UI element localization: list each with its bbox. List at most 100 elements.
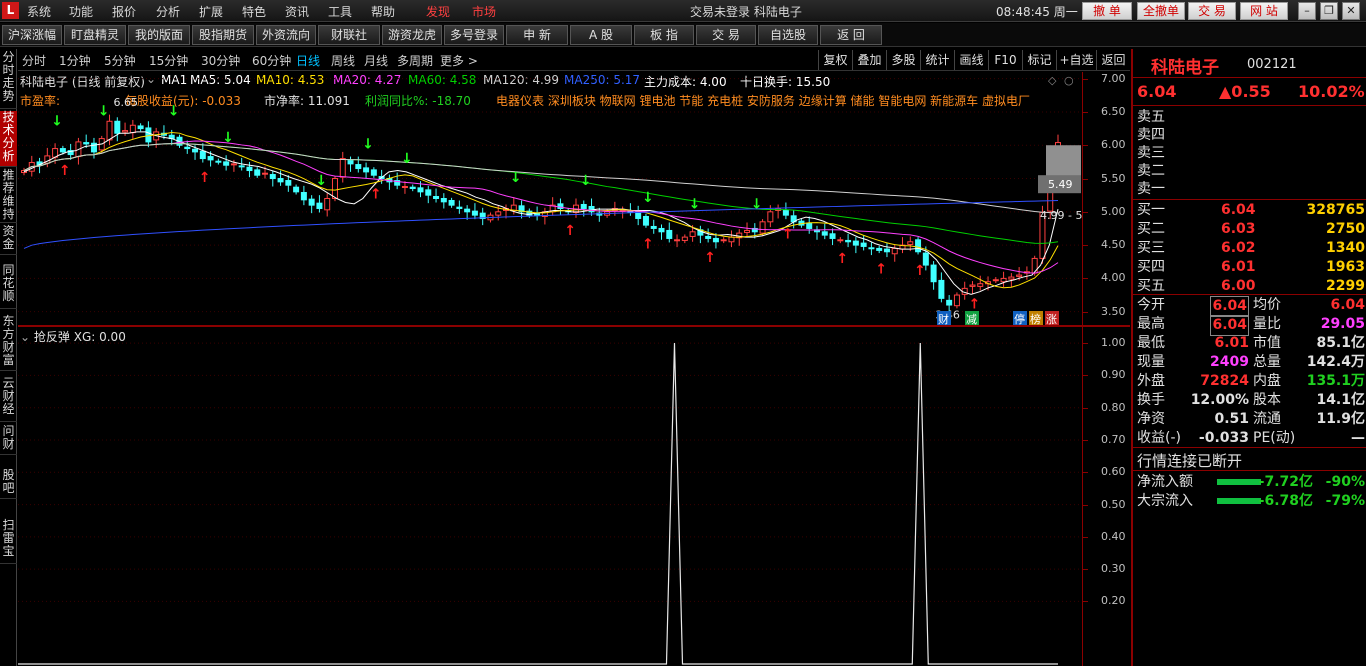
bid-level-row[interactable]: 买四 6.01 1963 <box>1137 258 1365 277</box>
period-fenshi[interactable]: 分时 <box>22 52 46 69</box>
toolbar-button[interactable]: 板 指 <box>634 25 694 45</box>
toolbar-button[interactable]: 申 新 <box>506 25 568 45</box>
diamond-icon[interactable]: ◇ <box>1048 74 1057 87</box>
candle <box>518 200 525 219</box>
bid-level-row[interactable]: 买三 6.02 1340 <box>1137 239 1365 258</box>
cancel-order-button[interactable]: 撤 单 <box>1082 2 1132 20</box>
indicator-tick: 0.70 <box>1101 433 1126 446</box>
period-daily[interactable]: 日线 <box>296 52 320 69</box>
toolbar-button[interactable]: 多号登录 <box>444 25 504 45</box>
flow-row: 净流入额 -7.72亿 -90% <box>1137 473 1365 492</box>
menu-quote[interactable]: 报价 <box>112 3 136 20</box>
toolbar-button[interactable]: 交 易 <box>696 25 756 45</box>
period-weekly[interactable]: 周线 <box>331 52 355 69</box>
menu-tools[interactable]: 工具 <box>328 3 352 20</box>
multi-stock-button[interactable]: 多股 <box>886 50 920 70</box>
adjust-button[interactable]: 复权 <box>818 50 852 70</box>
toolbar-button[interactable]: 盯盘精灵 <box>64 25 126 45</box>
menu-function[interactable]: 功能 <box>69 3 93 20</box>
period-15min[interactable]: 15分钟 <box>149 52 188 69</box>
stat-label: 市值 <box>1253 335 1281 351</box>
tab-wencai[interactable]: 问财 <box>0 425 17 455</box>
trade-button[interactable]: 交 易 <box>1188 2 1236 20</box>
candle <box>401 181 408 194</box>
menu-analysis[interactable]: 分析 <box>156 3 180 20</box>
toolbar-button[interactable]: 游资龙虎 <box>382 25 442 45</box>
add-watchlist-button[interactable]: +自选 <box>1056 50 1096 70</box>
tab-saoleibao[interactable]: 扫雷宝 <box>0 519 17 564</box>
period-more[interactable]: 更多 > <box>440 52 478 69</box>
stat-value: 0.51 <box>1214 411 1249 427</box>
period-5min[interactable]: 5分钟 <box>104 52 136 69</box>
bid-level-row[interactable]: 买一 6.04 328765 <box>1137 201 1365 220</box>
overlay-button[interactable]: 叠加 <box>852 50 886 70</box>
stat-value: 6.04 <box>1330 297 1365 313</box>
tab-guba[interactable]: 股吧 <box>0 469 17 499</box>
period-monthly[interactable]: 月线 <box>364 52 388 69</box>
toolbar-button[interactable]: 外资流向 <box>256 25 316 45</box>
ask-level-row[interactable]: 卖二 <box>1137 162 1365 181</box>
toolbar-button[interactable]: 沪深涨幅 <box>2 25 62 45</box>
kline-chart[interactable]: ↑↑↑↑↑↑↑↑↑↑↑↓↓↓↓↓↓↓↓↓↓↓↓6.653.465.494.99 … <box>18 72 1082 325</box>
candle <box>129 119 136 140</box>
buy-arrow-icon: ↑ <box>59 163 71 179</box>
stock-name: 科陆电子 <box>1151 58 1219 78</box>
tab-funds[interactable]: 资金 <box>0 225 17 255</box>
stat-value: 14.1亿 <box>1316 392 1365 408</box>
back-button[interactable]: 返回 <box>1096 50 1130 70</box>
candle <box>464 205 471 220</box>
tab-tonghuashun[interactable]: 同花顺 <box>0 264 17 309</box>
cancel-all-button[interactable]: 全撤单 <box>1137 2 1185 20</box>
candle <box>1000 271 1007 288</box>
tab-technical[interactable]: 技术分析 <box>0 111 17 167</box>
app-logo[interactable]: L <box>2 2 19 19</box>
menu-discover[interactable]: 发现 <box>426 3 450 20</box>
period-60min[interactable]: 60分钟 <box>252 52 291 69</box>
ask-level-row[interactable]: 卖三 <box>1137 144 1365 163</box>
period-30min[interactable]: 30分钟 <box>201 52 240 69</box>
tab-recommend[interactable]: 推荐维持 <box>0 169 17 223</box>
candle <box>961 281 968 300</box>
draw-line-button[interactable]: 画线 <box>954 50 988 70</box>
stat-label: 外盘 <box>1137 373 1165 389</box>
candle <box>829 228 836 246</box>
tab-eastmoney[interactable]: 东方财富 <box>0 315 17 371</box>
candle <box>891 244 898 262</box>
f10-button[interactable]: F10 <box>988 50 1022 70</box>
close-icon[interactable]: ✕ <box>1342 2 1360 20</box>
restore-icon[interactable]: ❐ <box>1320 2 1338 20</box>
menu-market[interactable]: 市场 <box>472 3 496 20</box>
toolbar-button[interactable]: 自选股 <box>758 25 818 45</box>
minimize-icon[interactable]: – <box>1298 2 1316 20</box>
candle <box>969 281 976 295</box>
indicator-chart[interactable] <box>18 327 1082 666</box>
toolbar-button[interactable]: 我的版面 <box>128 25 190 45</box>
period-multi[interactable]: 多周期 <box>397 52 433 69</box>
menu-news[interactable]: 资讯 <box>285 3 309 20</box>
website-button[interactable]: 网 站 <box>1240 2 1288 20</box>
menu-system[interactable]: 系统 <box>27 3 51 20</box>
menu-feature[interactable]: 特色 <box>242 3 266 20</box>
bid-level-row[interactable]: 买二 6.03 2750 <box>1137 220 1365 239</box>
toolbar-button[interactable]: 返 回 <box>820 25 882 45</box>
circle-icon[interactable]: ○ <box>1064 74 1074 87</box>
toolbar-button[interactable]: A 股 <box>570 25 632 45</box>
tab-intraday[interactable]: 分时走势 <box>0 51 17 109</box>
stat-row: 今开 6.04 均价 6.04 <box>1137 296 1365 317</box>
stat-row: 换手 12.00% 股本 14.1亿 <box>1137 391 1365 410</box>
ask-level-row[interactable]: 卖四 <box>1137 126 1365 145</box>
ask-level-row[interactable]: 卖一 <box>1137 180 1365 199</box>
period-1min[interactable]: 1分钟 <box>59 52 91 69</box>
toolbar-button[interactable]: 财联社 <box>318 25 380 45</box>
menu-extend[interactable]: 扩展 <box>199 3 223 20</box>
toolbar-button[interactable]: 股指期货 <box>192 25 254 45</box>
stat-label: 最高 <box>1137 316 1165 332</box>
mark-button[interactable]: 标记 <box>1022 50 1056 70</box>
bid-level-label: 买四 <box>1137 259 1165 275</box>
tab-yuncaijing[interactable]: 云财经 <box>0 377 17 422</box>
ask-level-row[interactable]: 卖五 <box>1137 108 1365 127</box>
bid-volume: 1963 <box>1326 259 1365 275</box>
menu-help[interactable]: 帮助 <box>371 3 395 20</box>
stats-button[interactable]: 统计 <box>920 50 954 70</box>
bid-volume: 1340 <box>1326 240 1365 256</box>
